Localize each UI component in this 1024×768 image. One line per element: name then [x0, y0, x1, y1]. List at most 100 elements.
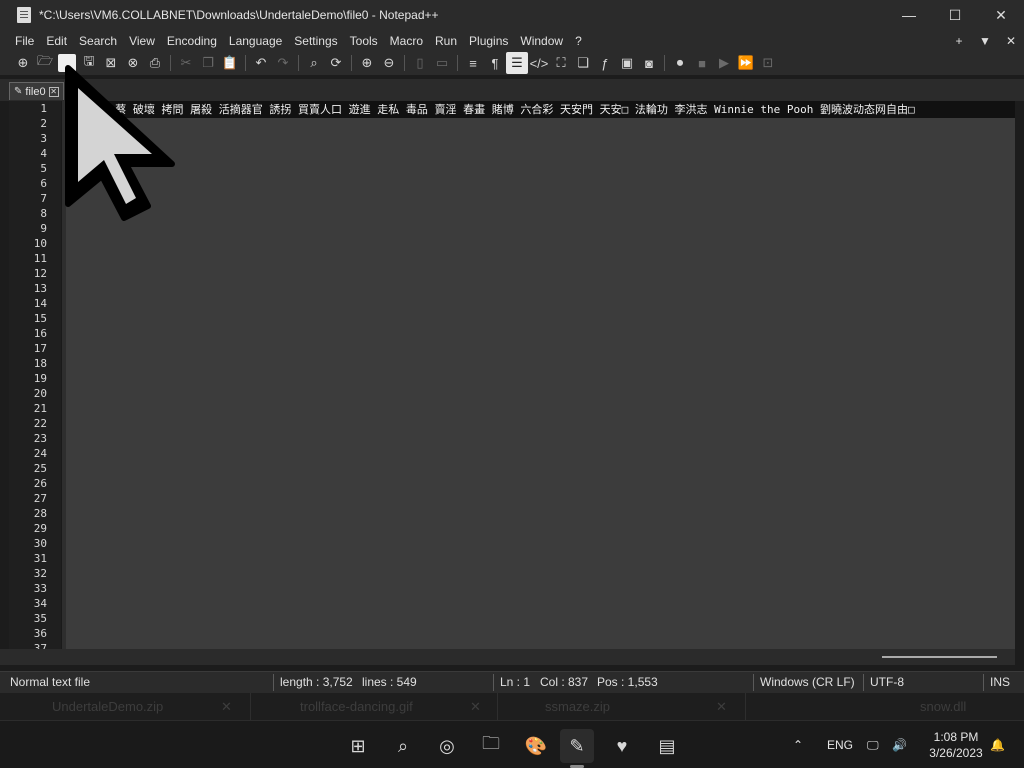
menu-edit[interactable]: Edit	[40, 34, 73, 48]
zoom-in-icon[interactable]: ⊕	[356, 52, 378, 74]
volume-icon[interactable]: 🔊	[892, 721, 907, 768]
undo-icon[interactable]: ↶	[250, 52, 272, 74]
menu-plugins[interactable]: Plugins	[463, 34, 514, 48]
status-bar: Normal text file length : 3,752 lines : …	[0, 671, 1024, 693]
system-clock[interactable]: 1:08 PM 3/26/2023	[918, 729, 994, 761]
line-number: 3	[40, 132, 47, 145]
status-filetype: Normal text file	[10, 675, 91, 689]
xml-tag-icon[interactable]: </>	[528, 52, 550, 74]
toolbar-divider	[404, 55, 405, 71]
menu-run[interactable]: Run	[429, 34, 463, 48]
editor-line-1[interactable]: 领略 操 蔡 破壞 拷問 屠殺 活摘器官 誘拐 買賣人口 遊進 走私 毒品 賣淫…	[67, 101, 1015, 118]
menu-language[interactable]: Language	[223, 34, 288, 48]
stop-macro-icon[interactable]: ■	[691, 52, 713, 74]
replace-icon[interactable]: ⟳	[325, 52, 347, 74]
monitoring-icon[interactable]: ▣	[616, 52, 638, 74]
undertale-heart-icon[interactable]: ♥	[605, 729, 639, 763]
menu-file[interactable]: File	[9, 34, 40, 48]
taskbar-search-icon[interactable]: ⌕	[386, 729, 420, 763]
scrollbar-thumb[interactable]	[882, 656, 997, 658]
menu-macro[interactable]: Macro	[384, 34, 429, 48]
save-macro-icon[interactable]: ⊡	[757, 52, 779, 74]
line-number: 12	[33, 267, 47, 280]
find-icon[interactable]: ⌕	[303, 52, 325, 74]
line-number: 22	[33, 417, 47, 430]
indent-guide-icon[interactable]: ☰	[506, 52, 528, 74]
show-all-characters-icon[interactable]: ¶	[484, 52, 506, 74]
status-length: length : 3,752	[280, 675, 353, 689]
folder-workspace-icon[interactable]: ◙	[638, 52, 660, 74]
line-number: 32	[33, 567, 47, 580]
new-tab-icon[interactable]: +	[946, 34, 972, 48]
line-number: 30	[33, 537, 47, 550]
status-encoding: UTF-8	[870, 675, 904, 689]
menu-tools[interactable]: Tools	[344, 34, 384, 48]
maximize-button[interactable]: ☐	[932, 0, 978, 30]
network-icon[interactable]: 🖵	[867, 721, 879, 768]
menu-search[interactable]: Search	[73, 34, 123, 48]
tab-label: file0	[25, 85, 46, 98]
run-macro-multiple-icon[interactable]: ⏩	[735, 52, 757, 74]
line-number: 28	[33, 507, 47, 520]
text-area[interactable]: 领略 操 蔡 破壞 拷問 屠殺 活摘器官 誘拐 買賣人口 遊進 走私 毒品 賣淫…	[67, 101, 1015, 649]
word-wrap-icon[interactable]: ≡	[462, 52, 484, 74]
file-explorer-icon[interactable]: 🗀	[474, 729, 508, 763]
sync-horizontal-icon[interactable]: ▭	[431, 52, 453, 74]
line-number: 8	[40, 207, 47, 220]
copy-icon[interactable]: ❐	[197, 52, 219, 74]
close-button[interactable]: ✕	[978, 0, 1024, 30]
status-pos: Pos : 1,553	[597, 675, 658, 689]
menu-view[interactable]: View	[123, 34, 161, 48]
toolbar-divider	[298, 55, 299, 71]
background-close-icon: ✕	[716, 699, 727, 714]
line-number: 13	[33, 282, 47, 295]
toolbar-divider	[664, 55, 665, 71]
status-lines: lines : 549	[362, 675, 417, 689]
document-map-icon[interactable]: ⛶	[550, 52, 572, 74]
notepad-plus-plus-taskbar-icon[interactable]: ✎	[560, 729, 594, 763]
tab-close-icon[interactable]: ✕	[48, 86, 59, 97]
line-number: 7	[40, 192, 47, 205]
menu-bar: File Edit Search View Encoding Language …	[0, 30, 1024, 51]
tab-list-icon[interactable]: ▼	[972, 34, 998, 48]
language-indicator[interactable]: ENG	[827, 721, 853, 768]
tab-file0[interactable]: ✎ file0 ✕	[9, 82, 64, 100]
new-file-icon[interactable]: ⊕	[12, 52, 34, 74]
menu-window[interactable]: Window	[514, 34, 569, 48]
line-number: 37	[33, 642, 47, 649]
notifications-icon[interactable]: 🔔	[990, 721, 1005, 768]
paint-icon[interactable]: 🎨	[519, 729, 553, 763]
mouse-pointer-icon	[65, 65, 175, 221]
clock-date: 3/26/2023	[929, 746, 983, 760]
line-number: 18	[33, 357, 47, 370]
menu-help[interactable]: ?	[569, 34, 588, 48]
window-title: *C:\Users\VM6.COLLABNET\Downloads\Undert…	[39, 8, 439, 22]
open-file-icon[interactable]: 🗁	[34, 52, 56, 74]
document-list-icon[interactable]: ❏	[572, 52, 594, 74]
line-number: 21	[33, 402, 47, 415]
line-number-gutter: 1 2 3 4 5 6 7 8 9 10 11 12 13 14 15 16 17 18 19 20 21 22 23 24 2…	[9, 101, 61, 649]
redo-icon[interactable]: ↷	[272, 52, 294, 74]
menu-settings[interactable]: Settings	[288, 34, 343, 48]
line-number: 24	[33, 447, 47, 460]
zoom-out-icon[interactable]: ⊖	[378, 52, 400, 74]
browser-icon[interactable]: ◎	[430, 729, 464, 763]
background-file-undertaledemo: UndertaleDemo.zip	[52, 699, 164, 714]
show-hidden-icons-icon[interactable]: ⌃	[793, 721, 803, 768]
play-macro-icon[interactable]: ▶	[713, 52, 735, 74]
minimize-button[interactable]: —	[886, 0, 932, 30]
close-document-icon[interactable]: ✕	[998, 34, 1024, 48]
start-menu-icon[interactable]: ⊞	[341, 729, 375, 763]
task-manager-icon[interactable]: ▤	[650, 729, 684, 763]
background-window-strip: UndertaleDemo.zip ✕ trollface-dancing.gi…	[0, 693, 1024, 720]
line-number: 1	[40, 102, 47, 115]
line-number: 16	[33, 327, 47, 340]
function-list-icon[interactable]: ƒ	[594, 52, 616, 74]
sync-vertical-icon[interactable]: ▯	[409, 52, 431, 74]
horizontal-scrollbar[interactable]	[0, 649, 1015, 665]
menu-encoding[interactable]: Encoding	[161, 34, 223, 48]
paste-icon[interactable]: 📋	[219, 52, 241, 74]
record-macro-icon[interactable]: ⏺	[669, 52, 691, 74]
toolbar-divider	[351, 55, 352, 71]
line-number: 25	[33, 462, 47, 475]
